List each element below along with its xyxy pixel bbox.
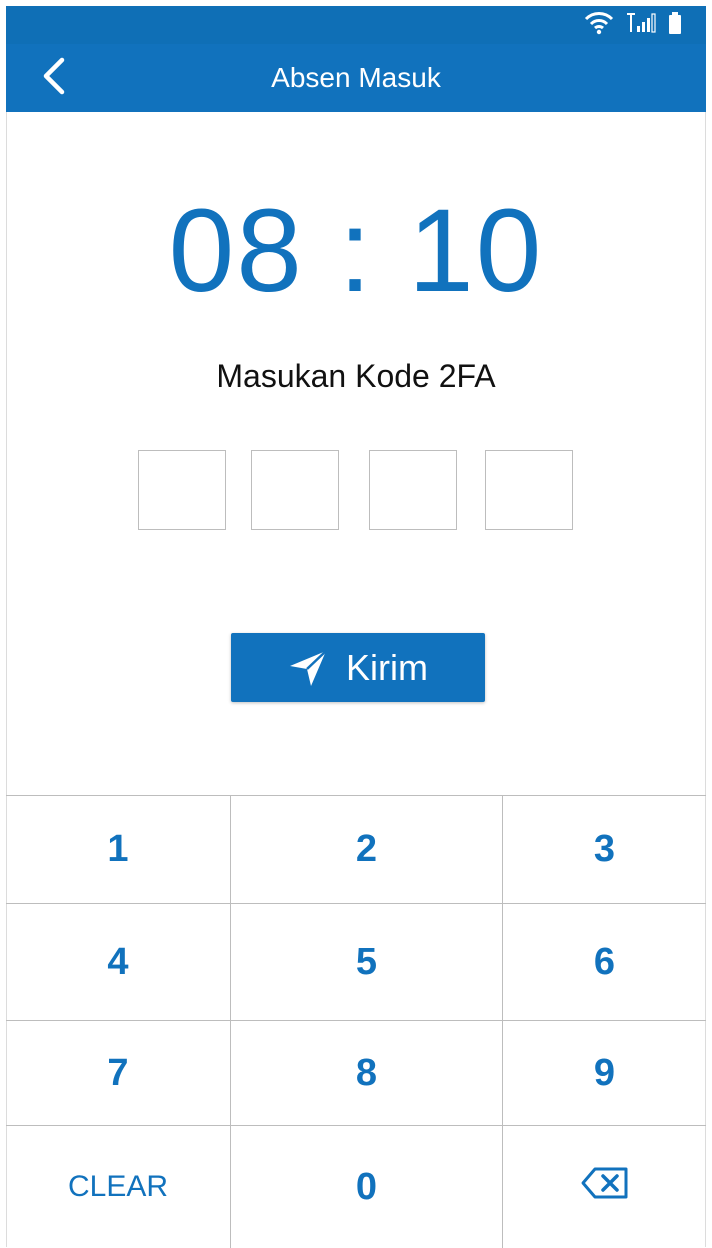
send-button[interactable]: Kirim	[231, 633, 485, 702]
key-1[interactable]: 1	[6, 796, 230, 903]
key-4[interactable]: 4	[6, 904, 230, 1020]
backspace-button[interactable]	[503, 1126, 706, 1248]
page-title: Absen Masuk	[271, 62, 441, 93]
key-7[interactable]: 7	[6, 1021, 230, 1125]
wifi-icon	[584, 11, 614, 40]
key-2[interactable]: 2	[231, 796, 502, 903]
battery-icon	[668, 11, 682, 39]
key-5[interactable]: 5	[231, 904, 502, 1020]
clear-button[interactable]: CLEAR	[6, 1126, 230, 1248]
key-9[interactable]: 9	[503, 1021, 706, 1125]
back-button[interactable]	[30, 54, 78, 102]
key-6[interactable]: 6	[503, 904, 706, 1020]
signal-icon	[626, 12, 656, 39]
status-bar	[6, 6, 706, 44]
send-button-label: Kirim	[346, 646, 428, 688]
code-digit-3[interactable]	[369, 450, 457, 530]
key-0[interactable]: 0	[231, 1126, 502, 1248]
backspace-icon	[581, 1166, 629, 1209]
key-8[interactable]: 8	[231, 1021, 502, 1125]
code-digit-4[interactable]	[485, 450, 573, 530]
key-3[interactable]: 3	[503, 796, 706, 903]
numeric-keypad: 1 2 3 4 5 6 7 8 9 CLEAR 0	[6, 795, 706, 1248]
code-digit-2[interactable]	[251, 450, 339, 530]
code-prompt: Masukan Kode 2FA	[216, 358, 496, 394]
chevron-left-icon	[40, 56, 68, 101]
send-icon	[288, 648, 328, 688]
code-digit-1[interactable]	[138, 450, 226, 530]
clock-display: 08 : 10	[168, 185, 544, 317]
app-bar: Absen Masuk	[6, 44, 706, 112]
